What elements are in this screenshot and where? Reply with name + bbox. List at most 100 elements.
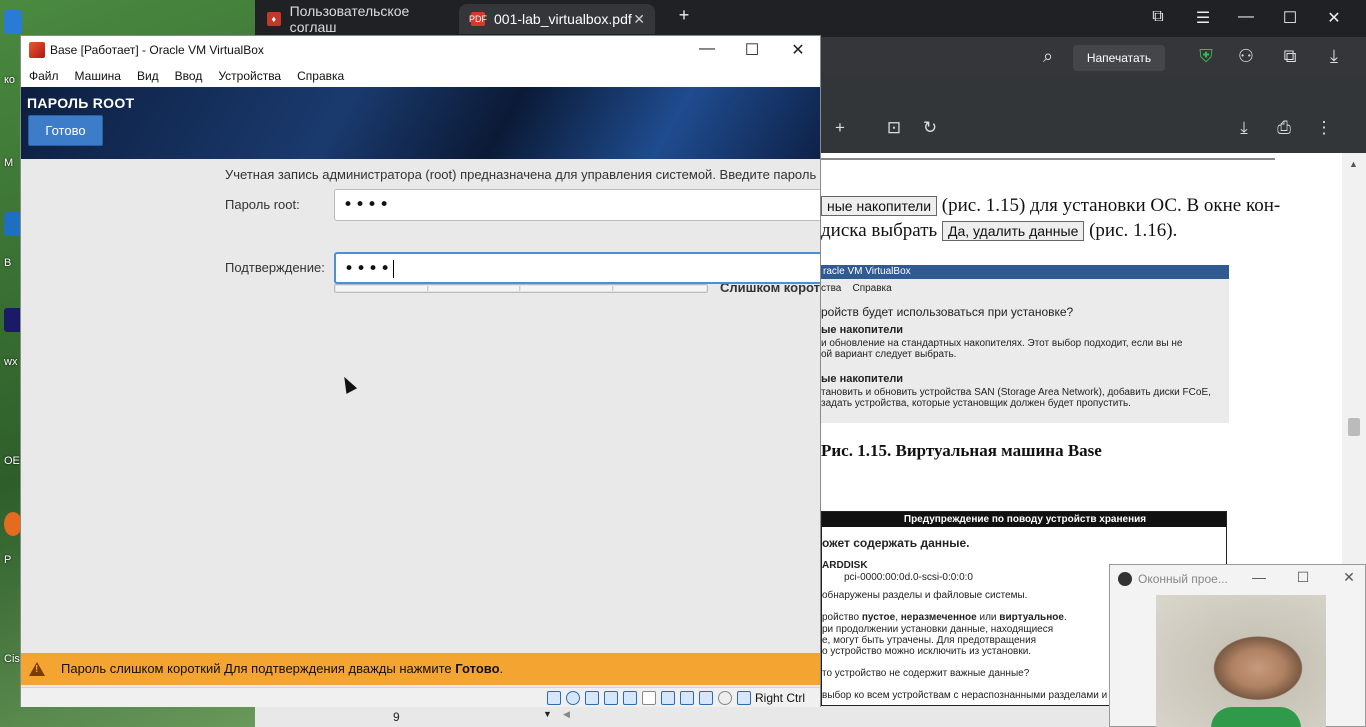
desktop-icon-label: wx xyxy=(4,356,18,368)
scroll-left-icon[interactable]: ◀ xyxy=(563,709,570,720)
scrollbar-thumb[interactable] xyxy=(1348,418,1360,436)
fit-page-icon[interactable]: ⊡ xyxy=(883,118,905,138)
shared-folders-icon[interactable] xyxy=(642,691,656,705)
network-icon[interactable] xyxy=(604,691,618,705)
dropdown-icon[interactable]: ▼ xyxy=(543,709,552,719)
maximize-icon[interactable]: ☐ xyxy=(1293,569,1313,586)
minimize-icon[interactable]: — xyxy=(1249,569,1269,585)
tab-user-agreement[interactable]: ♦ Пользовательское соглаш xyxy=(255,3,455,35)
display-icon[interactable] xyxy=(661,691,675,705)
figure-option-title: ые накопители xyxy=(821,324,904,336)
strength-segment xyxy=(521,286,613,291)
warning-message: Пароль слишком короткий Для подтверждени… xyxy=(61,661,504,676)
camera-window: Оконный прое... — ☐ ✕ xyxy=(1109,564,1366,727)
desktop-icon-label: М xyxy=(4,157,14,169)
figure-1: racle VM VirtualBox ства Справка ройств … xyxy=(821,265,1229,423)
close-icon[interactable]: ✕ xyxy=(783,40,813,60)
virtualbox-statusbar: Right Ctrl xyxy=(21,687,820,707)
menu-input[interactable]: Ввод xyxy=(175,65,203,87)
desktop-icon-label: В xyxy=(4,257,12,269)
desktop-icon-label: P xyxy=(4,554,12,566)
pdf-inline-button: ные накопители xyxy=(821,196,938,216)
menu-view[interactable]: Вид xyxy=(137,65,159,87)
download-icon[interactable]: ⤓ xyxy=(1323,46,1345,67)
host-key-label: Right Ctrl xyxy=(755,691,806,705)
desktop-icon-label: OE xyxy=(4,455,20,467)
site-icon: ♦ xyxy=(267,12,281,26)
pdf-text: диска выбрать xyxy=(821,220,938,241)
shield-icon[interactable]: ⛨ xyxy=(1195,46,1217,67)
zoom-in-icon[interactable]: + xyxy=(829,118,851,138)
zoom-icon[interactable]: ⌕ xyxy=(1037,46,1059,67)
extension-icon[interactable]: ⚇ xyxy=(1235,46,1257,67)
virtualbox-titlebar: Base [Работает] - Oracle VM VirtualBox —… xyxy=(21,36,820,65)
desktop-app-icon[interactable] xyxy=(4,10,22,34)
menu-bar: Файл Машина Вид Ввод Устройства Справка xyxy=(21,65,820,87)
close-icon[interactable]: ✕ xyxy=(1324,8,1344,28)
close-icon[interactable]: ✕ xyxy=(1339,569,1359,586)
print-button[interactable]: Напечатать xyxy=(1073,45,1165,71)
root-password-label: Пароль root: xyxy=(225,197,300,212)
close-tab-icon[interactable]: ✕ xyxy=(633,11,645,28)
tab-label: Пользовательское соглаш xyxy=(289,3,410,35)
new-tab-icon[interactable]: + xyxy=(674,5,694,26)
figure-title: Предупреждение по поводу устройств хране… xyxy=(822,512,1226,527)
figure-text: pci-0000:00:0d.0-scsi-0:0:0:0 xyxy=(844,572,973,583)
harddisk-icon[interactable] xyxy=(547,691,561,705)
minimize-icon[interactable]: — xyxy=(1236,8,1256,26)
pdf-download-icon[interactable]: ⤓ xyxy=(1233,118,1255,138)
figure-text: ри продолжении установки данные, находящ… xyxy=(822,624,1054,635)
figure-menu: ства Справка xyxy=(821,283,892,294)
figure-text: ройство пустое, неразмеченное или виртуа… xyxy=(822,612,1067,623)
menu-machine[interactable]: Машина xyxy=(75,65,121,87)
menu-help[interactable]: Справка xyxy=(297,65,344,87)
maximize-icon[interactable]: ☐ xyxy=(1280,8,1300,28)
figure-heading: ожет содержать данные. xyxy=(822,536,970,550)
more-icon[interactable]: ⋮ xyxy=(1313,118,1335,138)
pdf-file-icon: PDF xyxy=(469,12,487,26)
webcam-video xyxy=(1156,595,1326,727)
rotate-icon[interactable]: ↻ xyxy=(919,118,941,138)
rule-line xyxy=(821,158,1275,160)
page-number: 9 xyxy=(393,710,400,724)
figure-option-title: ые накопители xyxy=(821,373,904,385)
root-password-field[interactable]: •••• xyxy=(334,189,820,221)
reading-icon[interactable]: ⧉ xyxy=(1279,46,1301,67)
page-title: ПАРОЛЬ ROOT xyxy=(27,95,135,111)
minimize-icon[interactable]: — xyxy=(692,40,722,58)
figure-text: выбор ко всем устройствам с нераспознанн… xyxy=(822,690,1108,701)
root-description: Учетная запись администратора (root) пре… xyxy=(225,167,820,182)
pdf-print-icon[interactable]: ⎙ xyxy=(1273,118,1295,138)
usb-icon[interactable] xyxy=(623,691,637,705)
tab-list-icon[interactable]: ☰ xyxy=(1193,8,1213,28)
maximize-icon[interactable]: ☐ xyxy=(737,40,767,60)
tab-label: 001-lab_virtualbox.pdf xyxy=(494,11,632,27)
scroll-up-icon[interactable]: ▲ xyxy=(1349,159,1358,169)
warning-bar[interactable]: Пароль слишком короткий Для подтверждени… xyxy=(21,653,820,685)
strength-segment xyxy=(336,286,428,291)
confirm-password-field[interactable]: •••• xyxy=(334,252,820,284)
figure-caption: Рис. 1.15. Виртуальная машина Base xyxy=(821,441,1102,460)
tab-pdf[interactable]: PDF 001-lab_virtualbox.pdf ✕ xyxy=(459,4,655,34)
pdf-text: (рис. 1.15) для установки ОС. В окне кон… xyxy=(941,195,1281,216)
keyboard-icon[interactable] xyxy=(737,691,751,705)
recording-icon[interactable] xyxy=(680,691,694,705)
desktop-icon-label: ко xyxy=(4,74,16,86)
optical-drive-icon[interactable] xyxy=(566,691,580,705)
desktop-icon-label: Cis xyxy=(4,653,20,665)
menu-devices[interactable]: Устройства xyxy=(218,65,281,87)
virtualbox-window: Base [Работает] - Oracle VM VirtualBox —… xyxy=(20,35,821,707)
mouse-cursor-icon xyxy=(338,374,358,394)
mouse-integration-icon[interactable] xyxy=(718,691,732,705)
virtualbox-logo-icon xyxy=(29,42,45,58)
figure-text: обнаружены разделы и файловые системы. xyxy=(822,590,1028,601)
collections-icon[interactable]: ⧉ xyxy=(1148,8,1168,26)
menu-file[interactable]: Файл xyxy=(29,65,59,87)
done-button[interactable]: Готово xyxy=(28,115,103,146)
cpu-icon[interactable] xyxy=(699,691,713,705)
guest-screen[interactable]: ПАРОЛЬ ROOT Готово Учетная запись админи… xyxy=(21,87,820,691)
audio-icon[interactable] xyxy=(585,691,599,705)
text-caret xyxy=(393,260,395,278)
figure-text: и обновление на стандартных накопителях.… xyxy=(821,338,1183,349)
pdf-line-2: диска выбрать Да, удалить данные (рис. 1… xyxy=(821,220,1177,242)
